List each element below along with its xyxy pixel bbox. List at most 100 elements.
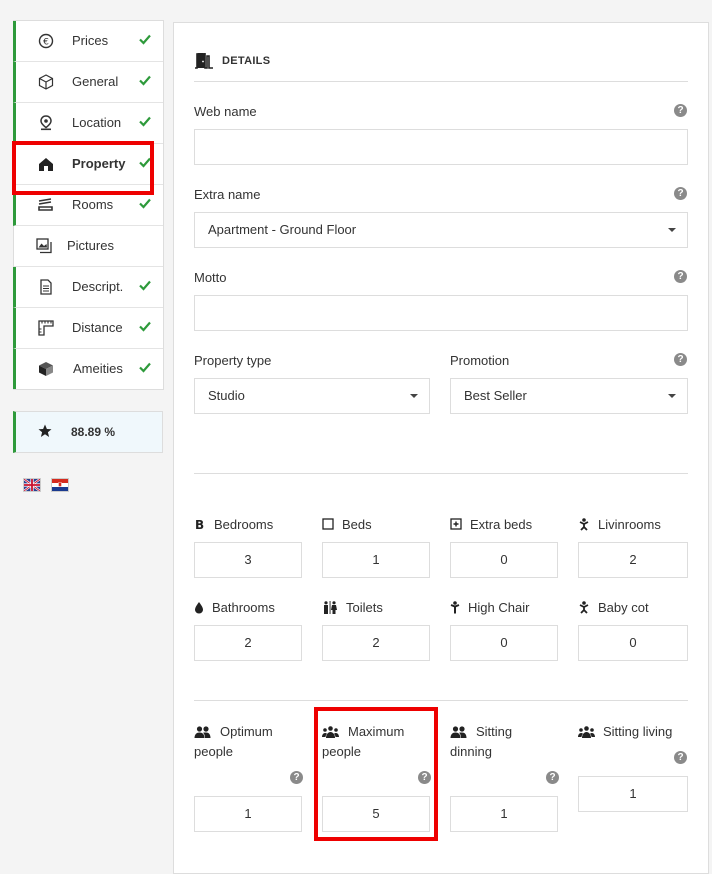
- divider: [194, 81, 688, 82]
- caret-down-icon: [668, 228, 676, 232]
- bedrooms-input[interactable]: 3: [194, 542, 302, 578]
- extra-beds-input[interactable]: 0: [450, 542, 558, 578]
- uk-flag-icon[interactable]: [23, 478, 41, 492]
- ruler-icon: [38, 320, 54, 336]
- baby-cot-input[interactable]: 0: [578, 625, 688, 661]
- help-icon[interactable]: ?: [674, 104, 687, 117]
- drop-icon: [195, 602, 203, 614]
- bathrooms-label: Bathrooms: [194, 600, 275, 615]
- beds-input[interactable]: 1: [322, 542, 430, 578]
- sitting-dining-input[interactable]: 1: [450, 796, 558, 832]
- bathrooms-input[interactable]: 2: [194, 625, 302, 661]
- help-icon[interactable]: ?: [674, 270, 687, 283]
- sidebar-item-amenities[interactable]: Ameities: [13, 349, 163, 389]
- sidebar-item-prices[interactable]: € Prices: [13, 21, 163, 62]
- help-icon[interactable]: ?: [674, 353, 687, 366]
- sidebar-item-location[interactable]: Location: [13, 103, 163, 144]
- child-icon: [450, 601, 460, 614]
- maximum-people-input[interactable]: 5: [322, 796, 430, 832]
- baby-cot-label: Baby cot: [578, 600, 649, 615]
- svg-text:B: B: [195, 518, 204, 530]
- optimum-people-text-2: people: [194, 744, 234, 759]
- extra-name-value: Apartment - Ground Floor: [208, 222, 357, 237]
- check-icon: [139, 75, 151, 86]
- sidebar-item-property[interactable]: Property: [13, 144, 163, 185]
- web-name-label: Web name: [194, 104, 257, 119]
- sidebar-item-label: Prices: [72, 33, 109, 48]
- sidebar-item-rooms[interactable]: Rooms: [13, 185, 163, 226]
- users-icon: [450, 726, 467, 738]
- beds-label: Beds: [322, 517, 372, 532]
- promotion-select[interactable]: Best Seller: [450, 378, 688, 414]
- help-icon[interactable]: ?: [674, 751, 687, 764]
- caret-down-icon: [410, 394, 418, 398]
- livingrooms-label: Livinrooms: [578, 517, 661, 532]
- sitting-dining-text-2: dinning: [450, 744, 492, 759]
- check-icon: [139, 198, 151, 209]
- sidebar-item-label: Pictures: [67, 238, 114, 253]
- check-icon: [139, 157, 151, 168]
- svg-text:€: €: [43, 38, 49, 48]
- sidebar-item-label: Distance: [72, 320, 123, 335]
- sidebar-item-pictures[interactable]: Pictures: [14, 226, 163, 267]
- toilet-icon: [324, 601, 337, 614]
- sidebar-item-label: Location: [72, 115, 122, 130]
- box-icon: [39, 362, 53, 376]
- maximum-people-text-1: Maximum: [348, 724, 405, 739]
- map-pin-icon: [40, 115, 52, 131]
- check-icon: [139, 34, 151, 45]
- star-icon: [38, 424, 52, 437]
- divider: [194, 700, 688, 701]
- sidebar-item-label: Descript.: [72, 279, 124, 294]
- document-icon: [40, 279, 52, 295]
- help-icon[interactable]: ?: [290, 771, 303, 784]
- toilets-input[interactable]: 2: [322, 625, 430, 661]
- check-icon: [139, 280, 151, 291]
- users-icon: [322, 726, 339, 738]
- help-icon[interactable]: ?: [674, 187, 687, 200]
- bedrooms-label: B Bedrooms: [195, 517, 274, 532]
- divider: [194, 473, 688, 474]
- help-icon[interactable]: ?: [546, 771, 559, 784]
- motto-input[interactable]: [194, 295, 688, 331]
- property-type-value: Studio: [208, 388, 245, 403]
- person-icon: [579, 518, 589, 531]
- square-icon: [322, 518, 334, 530]
- bed-icon: [38, 198, 53, 211]
- extra-name-select[interactable]: Apartment - Ground Floor: [194, 212, 688, 248]
- check-icon: [139, 362, 151, 373]
- caret-down-icon: [668, 394, 676, 398]
- details-title: DETAILS: [222, 55, 271, 67]
- sidebar-item-label: General: [72, 74, 119, 89]
- optimum-people-input[interactable]: 1: [194, 796, 302, 832]
- livingrooms-input[interactable]: 2: [578, 542, 688, 578]
- croatia-flag-icon[interactable]: [51, 478, 69, 492]
- bed-b-icon: B: [195, 518, 204, 530]
- web-name-input[interactable]: [194, 129, 688, 165]
- sitting-living-label: Sitting living: [578, 724, 672, 739]
- optimum-people-text-1: Optimum: [220, 724, 273, 739]
- score-value: 88.89 %: [71, 425, 116, 439]
- help-icon[interactable]: ?: [418, 771, 431, 784]
- language-flags: [23, 478, 69, 492]
- property-type-select[interactable]: Studio: [194, 378, 430, 414]
- pictures-icon: [36, 238, 52, 254]
- completion-score: 88.89 %: [13, 411, 163, 453]
- check-icon: [139, 116, 151, 127]
- sitting-living-input[interactable]: 1: [578, 776, 688, 812]
- promotion-value: Best Seller: [464, 388, 527, 403]
- maximum-people-text-2: people: [322, 744, 362, 759]
- sidebar-item-distance[interactable]: Distance: [13, 308, 163, 349]
- users-icon: [578, 726, 595, 738]
- sidebar-item-description[interactable]: Descript.: [13, 267, 163, 308]
- baby-icon: [579, 601, 589, 614]
- maximum-people-label: [322, 724, 339, 739]
- users-icon: [194, 726, 211, 738]
- property-type-label: Property type: [194, 353, 272, 368]
- cube-icon: [38, 74, 54, 90]
- motto-label: Motto: [194, 270, 227, 285]
- high-chair-input[interactable]: 0: [450, 625, 558, 661]
- extra-beds-label: Extra beds: [450, 517, 532, 532]
- sidebar-item-general[interactable]: General: [13, 62, 163, 103]
- euro-icon: €: [38, 33, 54, 49]
